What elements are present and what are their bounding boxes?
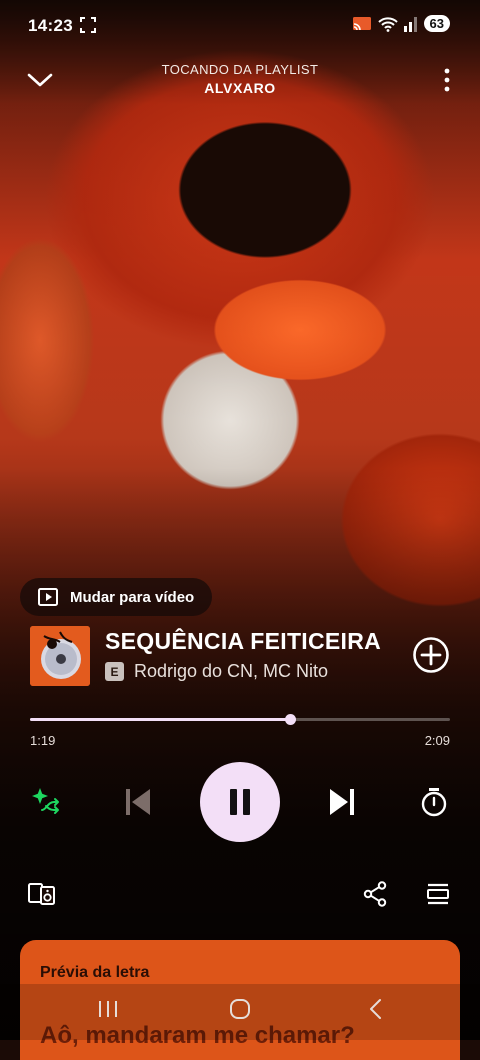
status-time: 14:23 (28, 16, 73, 35)
timer-icon (421, 788, 447, 817)
queue-icon[interactable] (427, 882, 449, 906)
more-vertical-icon[interactable] (444, 68, 450, 92)
playlist-name: ALVXARO (204, 80, 276, 96)
signal-icon (403, 16, 417, 32)
devices-icon[interactable] (28, 882, 56, 906)
smart-shuffle-button[interactable] (28, 784, 64, 820)
next-button[interactable] (324, 784, 360, 820)
previous-button[interactable] (120, 784, 156, 820)
lyrics-preview-header: Prévia da letra (40, 964, 150, 981)
artist-row: E Rodrigo do CN, MC Nito (105, 661, 328, 682)
progress-handle[interactable] (285, 714, 296, 725)
pause-icon (230, 789, 250, 815)
skip-previous-icon (126, 789, 150, 815)
pause-button[interactable] (200, 762, 280, 842)
playback-progress-bar[interactable] (30, 714, 450, 725)
elapsed-time: 1:19 (30, 733, 56, 748)
switch-to-video-button[interactable]: Mudar para vídeo (20, 578, 213, 616)
share-icon[interactable] (363, 881, 387, 907)
explicit-badge: E (105, 662, 124, 681)
system-navigation-bar (0, 984, 480, 1040)
secondary-actions (0, 874, 480, 914)
album-art-image (30, 626, 90, 686)
switch-to-video-label: Mudar para vídeo (70, 588, 195, 606)
add-circle-icon[interactable] (412, 636, 450, 674)
cast-icon (352, 16, 371, 30)
track-info: SEQUÊNCIA FEITICEIRA E Rodrigo do CN, MC… (30, 626, 450, 686)
status-bar: 14:23 63 (0, 0, 480, 50)
progress-fill (30, 718, 290, 721)
wifi-icon (377, 16, 398, 32)
player-header: TOCANDO DA PLAYLIST ALVXARO (0, 58, 480, 102)
chevron-down-icon[interactable] (27, 72, 53, 88)
context-label: TOCANDO DA PLAYLIST (161, 62, 319, 77)
playback-controls (0, 760, 480, 844)
playing-context[interactable]: TOCANDO DA PLAYLIST ALVXARO (0, 62, 480, 96)
video-icon (38, 588, 58, 606)
total-duration: 2:09 (424, 733, 450, 748)
smart-shuffle-icon (32, 788, 59, 814)
album-cover[interactable] (30, 626, 90, 686)
track-title[interactable]: SEQUÊNCIA FEITICEIRA (105, 628, 381, 655)
sleep-timer-button[interactable] (416, 784, 452, 820)
track-artists[interactable]: Rodrigo do CN, MC Nito (134, 661, 328, 682)
recent-apps-icon[interactable] (97, 998, 119, 1020)
skip-next-icon (330, 789, 354, 815)
home-icon[interactable] (229, 998, 251, 1020)
back-icon[interactable] (368, 998, 384, 1020)
battery-indicator: 63 (423, 15, 450, 32)
screen-record-icon (80, 17, 96, 33)
